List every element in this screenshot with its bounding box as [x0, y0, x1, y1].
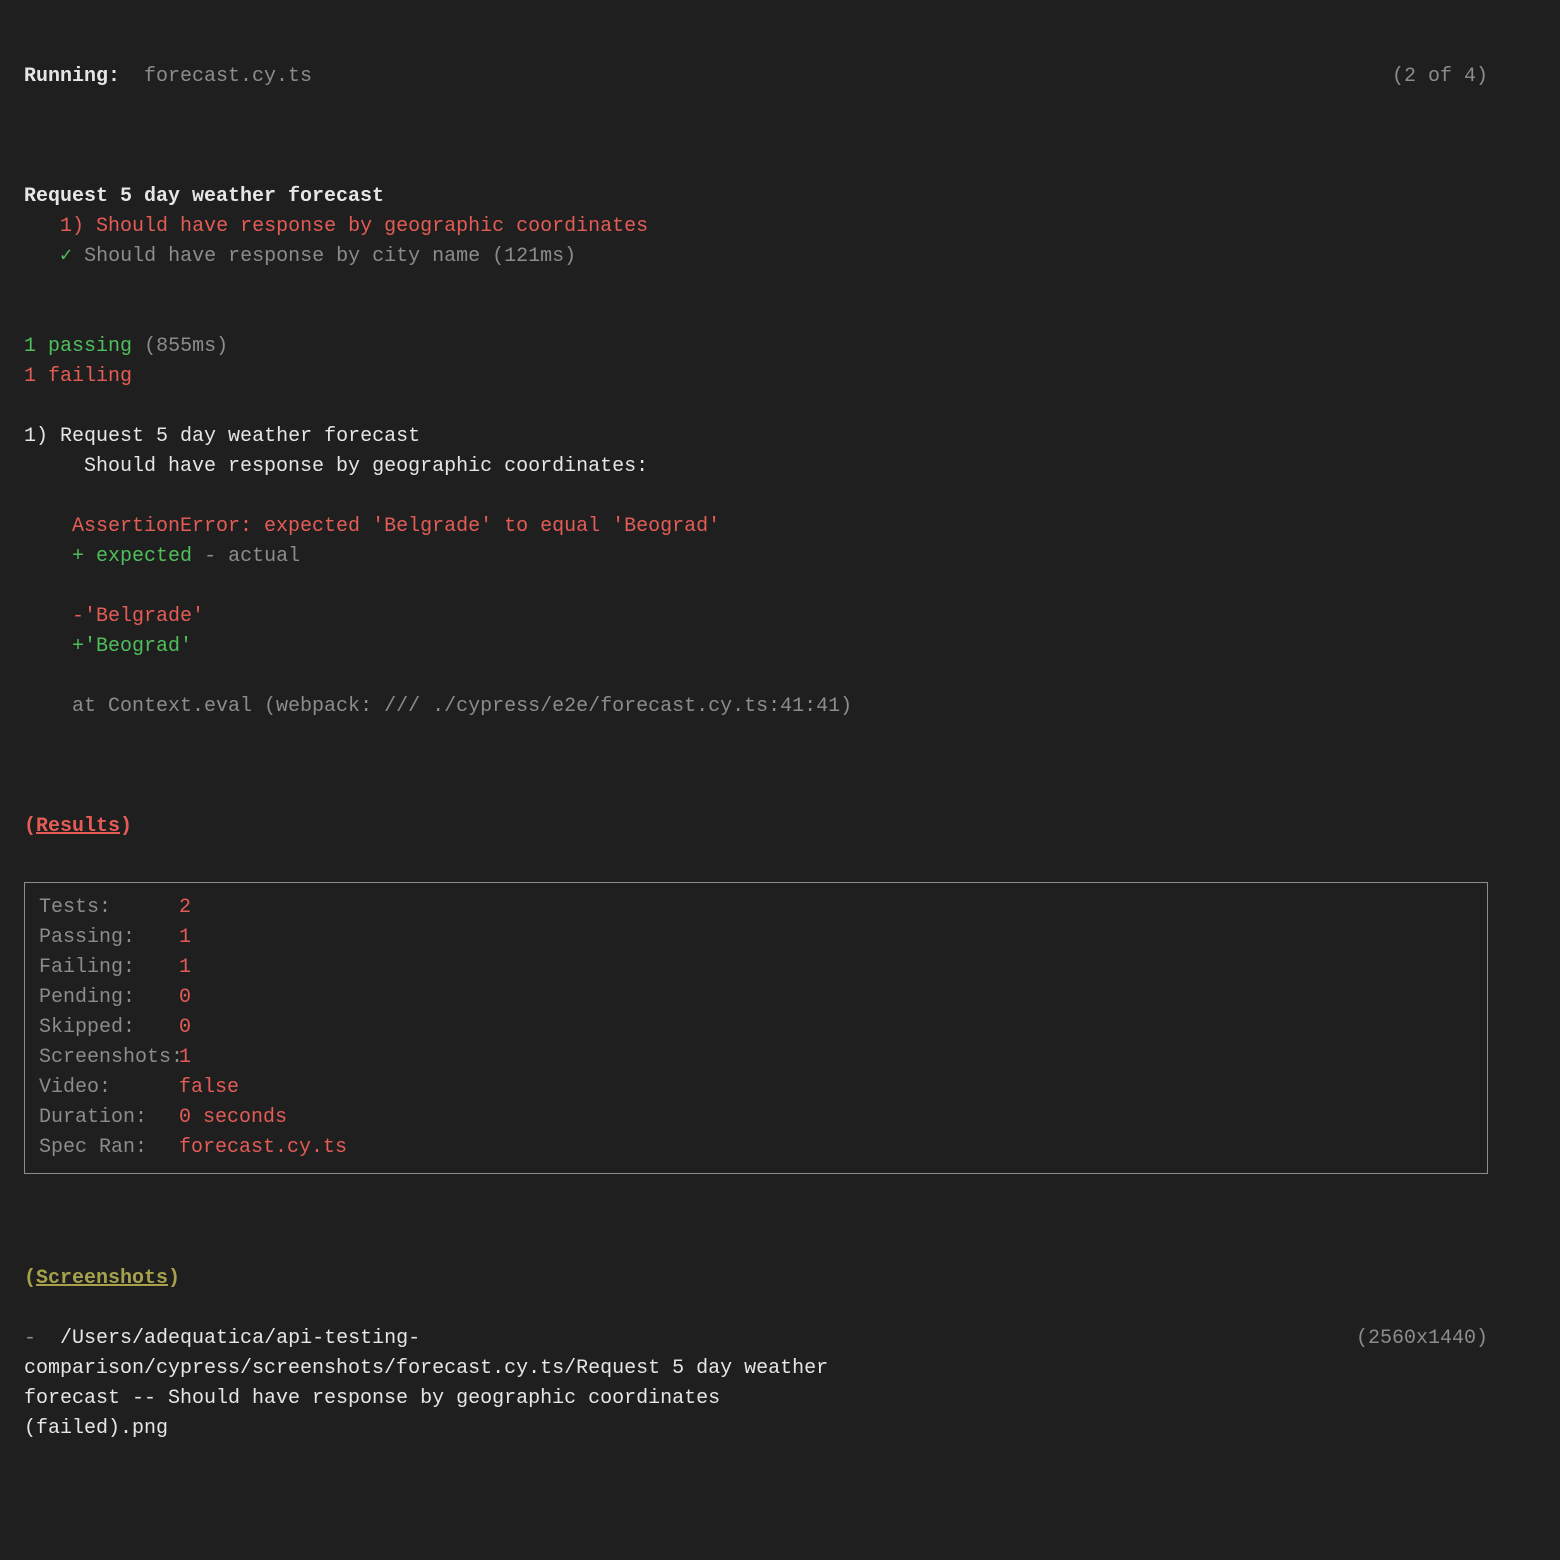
screenshots-paren-open: (: [24, 1267, 36, 1290]
diff-plus: +: [72, 545, 84, 568]
pass-label: passing: [48, 335, 132, 358]
screenshot-entry: - /Users/adequatica/api-testing-comparis…: [24, 1324, 1488, 1444]
screenshots-paren-close: ): [168, 1267, 180, 1290]
suite-title: Request 5 day weather forecast: [24, 185, 384, 208]
progress-counter: (2 of 4): [1392, 62, 1488, 92]
results-key: Tests:: [39, 893, 179, 923]
results-value: forecast.cy.ts: [179, 1133, 347, 1163]
results-row: Duration:0 seconds: [39, 1103, 1473, 1133]
results-row: Tests:2: [39, 893, 1473, 923]
header-row: Running: forecast.cy.ts (2 of 4): [24, 62, 1488, 92]
results-value: 2: [179, 893, 191, 923]
fail-index: 1): [60, 215, 84, 238]
results-row: Passing:1: [39, 923, 1473, 953]
results-row: Video:false: [39, 1073, 1473, 1103]
pass-count: 1: [24, 335, 36, 358]
bullet-icon: -: [24, 1327, 36, 1350]
screenshot-dimensions: (2560x1440): [1356, 1324, 1488, 1444]
results-box: Tests:2Passing:1Failing:1Pending:0Skippe…: [24, 882, 1488, 1174]
results-key: Pending:: [39, 983, 179, 1013]
fail-count: 1: [24, 365, 36, 388]
fail-label: failing: [48, 365, 132, 388]
terminal-output: Running: forecast.cy.ts (2 of 4) Request …: [0, 0, 1512, 1534]
results-value: 1: [179, 1043, 191, 1073]
screenshots-header: Screenshots: [36, 1267, 168, 1290]
results-row: Spec Ran:forecast.cy.ts: [39, 1133, 1473, 1163]
pass-time: (855ms): [144, 335, 228, 358]
pass-test-name: Should have response by city name (121ms…: [84, 245, 576, 268]
results-row: Failing:1: [39, 953, 1473, 983]
failure-test: Should have response by geographic coord…: [84, 455, 648, 478]
results-paren-open: (: [24, 815, 36, 838]
diff-minus: -: [204, 545, 216, 568]
results-key: Passing:: [39, 923, 179, 953]
results-key: Video:: [39, 1073, 179, 1103]
results-paren-close: ): [120, 815, 132, 838]
results-value: 0: [179, 1013, 191, 1043]
results-row: Screenshots:1: [39, 1043, 1473, 1073]
running-label: Running:: [24, 65, 120, 88]
results-value: 0: [179, 983, 191, 1013]
actual-label: actual: [228, 545, 300, 568]
results-value: false: [179, 1073, 239, 1103]
results-value: 0 seconds: [179, 1103, 287, 1133]
results-value: 1: [179, 953, 191, 983]
actual-line: -'Belgrade': [72, 605, 204, 628]
results-row: Skipped:0: [39, 1013, 1473, 1043]
results-key: Spec Ran:: [39, 1133, 179, 1163]
assertion-error: AssertionError: expected 'Belgrade' to e…: [72, 515, 720, 538]
stack-trace: at Context.eval (webpack: /// ./cypress/…: [72, 695, 852, 718]
results-key: Skipped:: [39, 1013, 179, 1043]
results-key: Screenshots:: [39, 1043, 179, 1073]
expected-line: +'Beograd': [72, 635, 192, 658]
results-key: Failing:: [39, 953, 179, 983]
results-header: Results: [36, 815, 120, 838]
screenshot-path: /Users/adequatica/api-testing-comparison…: [24, 1327, 840, 1440]
failure-index: 1): [24, 425, 48, 448]
expected-label: expected: [96, 545, 192, 568]
failure-suite: Request 5 day weather forecast: [60, 425, 420, 448]
results-row: Pending:0: [39, 983, 1473, 1013]
results-key: Duration:: [39, 1103, 179, 1133]
checkmark-icon: ✓: [60, 245, 72, 268]
spec-file: forecast.cy.ts: [144, 65, 312, 88]
fail-test-name: Should have response by geographic coord…: [96, 215, 648, 238]
results-value: 1: [179, 923, 191, 953]
